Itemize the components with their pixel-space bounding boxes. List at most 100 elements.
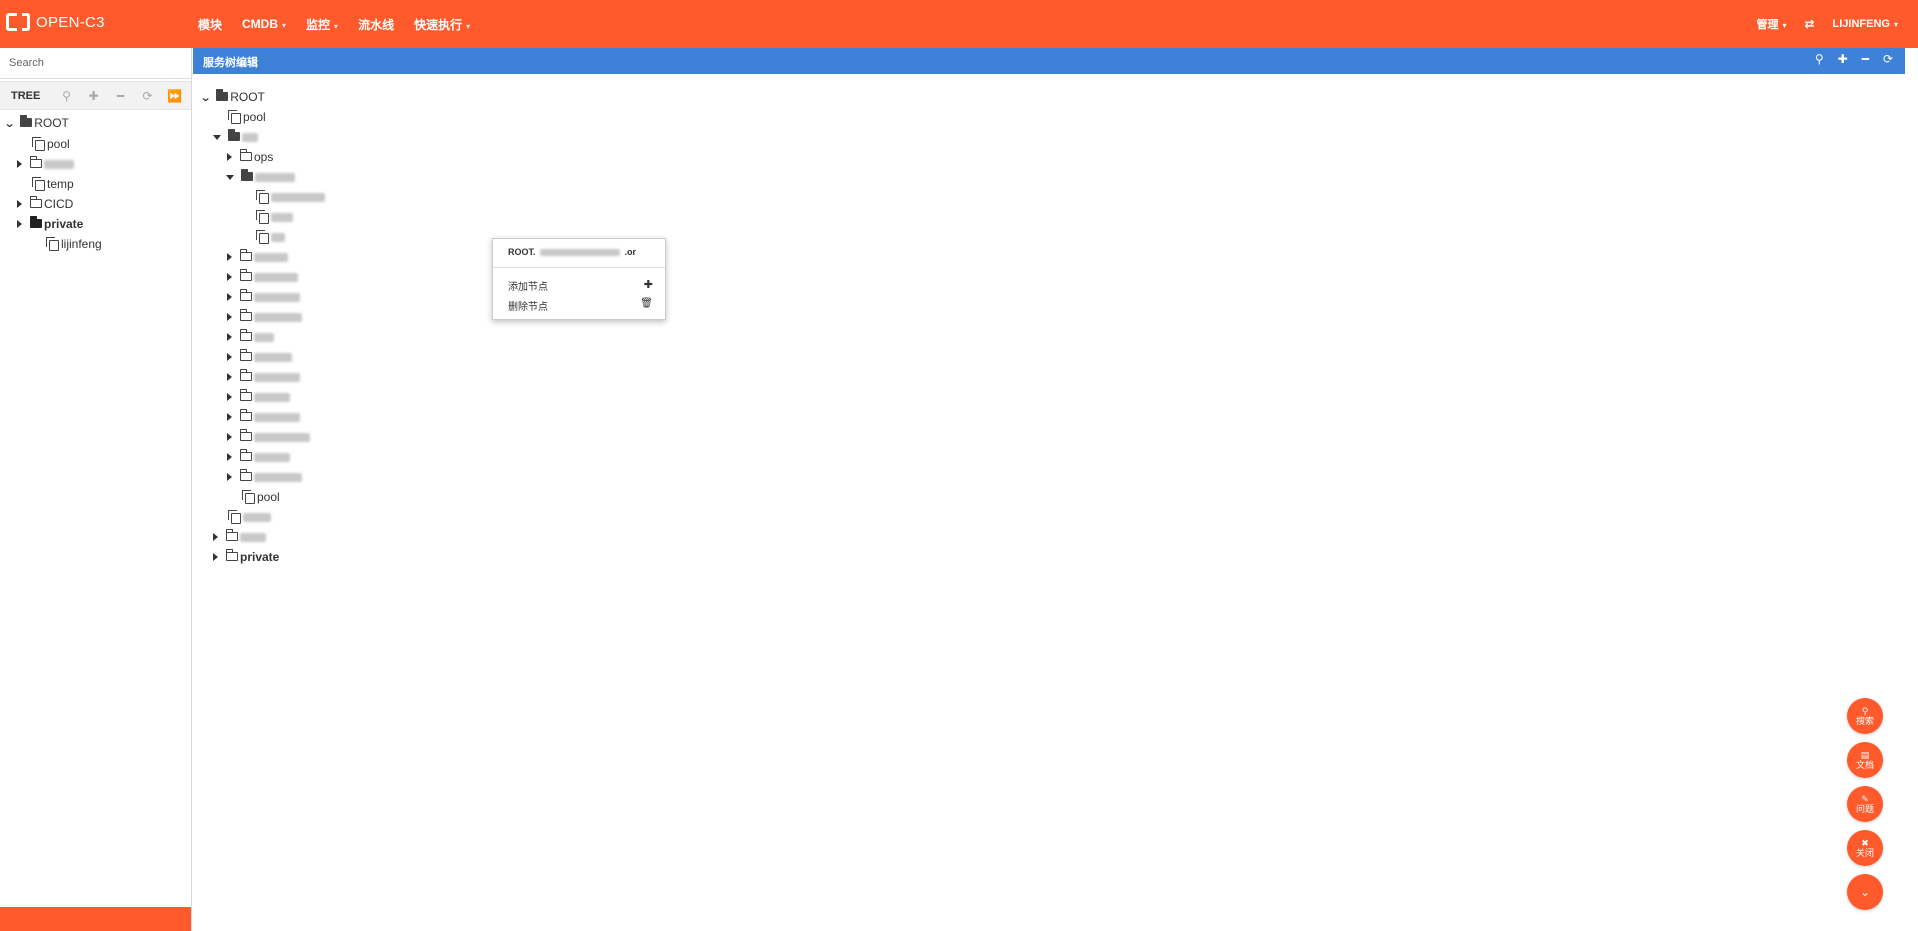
caret-right-icon[interactable] [227, 353, 232, 361]
tree-node-lijinfeng[interactable]: lijinfeng [46, 235, 102, 253]
folder-icon [239, 309, 252, 321]
caret-down-icon[interactable] [226, 174, 234, 180]
edit-node-redacted[interactable] [213, 128, 258, 146]
minus-icon[interactable]: ━ [107, 89, 134, 103]
tree-node-temp[interactable]: temp [32, 175, 74, 193]
edit-node-redacted[interactable] [227, 328, 274, 346]
tree-node-cicd[interactable]: CICD [17, 195, 73, 213]
main-nav: 模块 CMDB ▾ 监控 ▾ 流水线 快速执行 ▾ [198, 0, 470, 48]
locate-icon[interactable]: ⚲ [53, 89, 80, 103]
tree-node-pool[interactable]: pool [32, 135, 70, 153]
edit-node-redacted[interactable] [228, 508, 271, 526]
caret-right-icon[interactable] [227, 333, 232, 341]
edit-node-redacted[interactable] [227, 408, 300, 426]
caret-down-icon[interactable] [213, 134, 221, 140]
refresh-icon[interactable]: ⟳ [1883, 52, 1893, 66]
nav-module[interactable]: 模块 [198, 16, 222, 33]
add-node-menu-item[interactable]: 添加节点 ✚ [508, 278, 653, 293]
edit-node-redacted[interactable] [227, 428, 310, 446]
edit-node-redacted[interactable] [226, 168, 295, 186]
minus-icon[interactable]: ━ [1862, 52, 1869, 66]
nav-quick-exec[interactable]: 快速执行 ▾ [414, 16, 470, 33]
nav-monitor[interactable]: 监控 ▾ [306, 16, 338, 33]
edit-node-redacted[interactable] [227, 288, 300, 306]
caret-right-icon[interactable] [227, 313, 232, 321]
edit-node-redacted[interactable] [227, 268, 298, 286]
redacted-text [254, 352, 292, 362]
plus-icon: ✚ [643, 279, 653, 291]
caret-right-icon[interactable] [227, 273, 232, 281]
copy-icon [242, 489, 255, 504]
edit-node-redacted[interactable] [227, 348, 292, 366]
redacted-text [254, 372, 300, 382]
edit-node-private[interactable]: private [213, 548, 279, 566]
caret-right-icon[interactable] [213, 553, 218, 561]
search-input[interactable] [0, 48, 191, 79]
edit-node-redacted[interactable] [256, 228, 285, 246]
edit-node-root[interactable]: ⌄ ROOT [200, 88, 265, 106]
docs-button[interactable]: ▤ 文档 [1847, 742, 1883, 778]
caret-right-icon[interactable] [17, 160, 22, 168]
folder-icon [239, 269, 252, 281]
caret-right-icon[interactable] [227, 433, 232, 441]
edit-node-redacted[interactable] [227, 248, 288, 266]
admin-menu[interactable]: 管理 ▾ [1756, 16, 1786, 32]
caret-right-icon[interactable] [17, 220, 22, 228]
caret-right-icon[interactable] [227, 253, 232, 261]
nav-cmdb[interactable]: CMDB ▾ [242, 17, 286, 31]
edit-node-redacted[interactable] [227, 388, 290, 406]
redacted-text [240, 532, 266, 542]
folder-icon [239, 469, 252, 481]
caret-right-icon[interactable] [227, 453, 232, 461]
edit-node-pool[interactable]: pool [228, 108, 266, 126]
user-menu[interactable]: LIJINFENG ▾ [1833, 18, 1898, 30]
caret-right-icon[interactable] [227, 293, 232, 301]
copy-icon [46, 236, 59, 251]
edit-node-redacted[interactable] [227, 308, 302, 326]
folder-icon [239, 349, 252, 361]
plus-icon[interactable]: ✚ [80, 89, 107, 103]
nav-pipeline[interactable]: 流水线 [358, 16, 394, 33]
fast-forward-icon[interactable]: ⏩ [161, 89, 188, 103]
caret-right-icon[interactable] [17, 200, 22, 208]
caret-right-icon[interactable] [227, 373, 232, 381]
redacted-text [254, 472, 302, 482]
tree-node-redacted[interactable] [17, 155, 74, 173]
tree-toolbar: TREE ⚲ ✚ ━ ⟳ ⏩ [0, 81, 191, 110]
edit-node-redacted[interactable] [227, 468, 302, 486]
panel-header: 服务树编辑 ⚲ ✚ ━ ⟳ [193, 48, 1905, 74]
caret-right-icon[interactable] [213, 533, 218, 541]
language-icon[interactable]: ⇄ [1804, 17, 1814, 31]
edit-node-redacted[interactable] [227, 448, 290, 466]
edit-node-redacted[interactable] [256, 188, 325, 206]
plus-icon[interactable]: ✚ [1838, 52, 1848, 66]
locate-icon[interactable]: ⚲ [1815, 52, 1824, 66]
refresh-icon[interactable]: ⟳ [134, 89, 161, 103]
caret-right-icon[interactable] [227, 393, 232, 401]
tree-node-root[interactable]: ⌄ ROOT [4, 114, 69, 132]
tree-node-private[interactable]: private [17, 215, 83, 233]
search-button[interactable]: ⚲ 搜索 [1847, 698, 1883, 734]
edit-node-redacted[interactable] [227, 368, 300, 386]
folder-icon [225, 529, 238, 541]
edit-node-pool[interactable]: pool [242, 488, 280, 506]
chevron-down-icon[interactable]: ⌄ [4, 117, 16, 130]
edit-node-redacted[interactable] [213, 528, 266, 546]
caret-right-icon[interactable] [227, 473, 232, 481]
caret-right-icon[interactable] [227, 413, 232, 421]
folder-open-icon [215, 89, 229, 101]
issue-button[interactable]: ✎ 问题 [1847, 786, 1883, 822]
collapse-button[interactable]: ⌄ [1847, 874, 1883, 910]
folder-open-icon [240, 169, 253, 181]
redacted-text [254, 432, 310, 442]
logo[interactable]: OPEN-C3 [6, 13, 105, 31]
delete-node-menu-item[interactable]: 删除节点 🗑 [508, 298, 653, 313]
caret-right-icon[interactable] [227, 153, 232, 161]
folder-icon [29, 196, 42, 208]
folder-icon [239, 449, 252, 461]
edit-node-ops[interactable]: ops [227, 148, 273, 166]
close-button[interactable]: ✖ 关闭 [1847, 830, 1883, 866]
chevron-down-icon[interactable]: ⌄ [200, 91, 212, 104]
close-icon: ✖ [1861, 837, 1869, 848]
edit-node-redacted[interactable] [256, 208, 293, 226]
